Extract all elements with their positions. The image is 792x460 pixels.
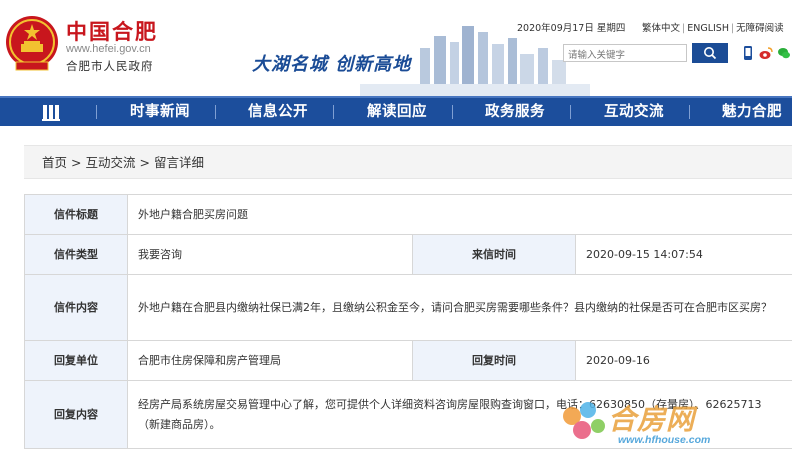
time-label: 来信时间 — [412, 234, 576, 275]
weibo-icon[interactable] — [759, 45, 773, 61]
title-value: 外地户籍合肥买房问题 — [126, 194, 792, 235]
nav-item-disclosure[interactable]: 信息公开 — [248, 98, 308, 126]
content-label: 信件内容 — [24, 274, 128, 341]
national-emblem-icon — [6, 16, 58, 71]
slogan: 大湖名城 创新高地 — [252, 54, 412, 75]
reply-content-label: 回复内容 — [24, 380, 128, 449]
nav-divider — [452, 105, 453, 119]
nav-divider — [215, 105, 216, 119]
nav-divider — [570, 105, 571, 119]
nav-item-interpretation[interactable]: 解读回应 — [367, 98, 427, 126]
current-date: 2020年09月17日 星期四 — [517, 23, 626, 34]
nav-item-news[interactable]: 时事新闻 — [130, 98, 190, 126]
nav-divider — [333, 105, 334, 119]
type-value: 我要咨询 — [127, 234, 413, 275]
type-label: 信件类型 — [24, 234, 128, 275]
lang-link-traditional[interactable]: 繁体中文 — [642, 23, 680, 34]
language-links: 繁体中文 | ENGLISH | 无障碍阅读 — [641, 20, 785, 34]
search-button[interactable] — [692, 43, 728, 63]
site-name: 中国合肥 — [66, 20, 158, 44]
site-url: www.hefei.gov.cn — [66, 43, 151, 55]
table-row: 信件类型 我要咨询 来信时间 2020-09-15 14:07:54 — [24, 234, 792, 275]
home-book-icon[interactable] — [40, 101, 62, 123]
nav-divider — [689, 105, 690, 119]
breadcrumb-separator: > — [71, 155, 82, 170]
nav-item-charm[interactable]: 魅力合肥 — [722, 98, 782, 126]
site-header: 中国合肥 www.hefei.gov.cn 合肥市人民政府 大湖名城 创新高地 … — [0, 0, 792, 96]
reply-unit-label: 回复单位 — [24, 340, 128, 381]
reply-unit-value: 合肥市住房保障和房产管理局 — [127, 340, 413, 381]
lang-separator: | — [730, 23, 735, 34]
search-icon — [704, 47, 717, 60]
table-row: 回复单位 合肥市住房保障和房产管理局 回复时间 2020-09-16 — [24, 340, 792, 381]
nav-item-interaction[interactable]: 互动交流 — [604, 98, 664, 126]
reply-time-value: 2020-09-16 — [574, 340, 792, 381]
breadcrumb-current: 留言详细 — [153, 155, 204, 170]
table-row: 信件内容 外地户籍在合肥县内缴纳社保已满2年，且缴纳公积金至今，请问合肥买房需要… — [24, 274, 792, 341]
wechat-icon[interactable] — [777, 45, 791, 61]
breadcrumb-separator: > — [139, 155, 150, 170]
watermark-url: www.hfhouse.com — [618, 434, 711, 446]
title-label: 信件标题 — [24, 194, 128, 235]
main-nav: 时事新闻 信息公开 解读回应 政务服务 互动交流 魅力合肥 — [0, 96, 792, 126]
breadcrumb: 首页 > 互动交流 > 留言详细 — [24, 145, 792, 179]
search-box — [563, 44, 687, 64]
breadcrumb-home[interactable]: 首页 — [42, 155, 67, 170]
lang-link-accessibility[interactable]: 无障碍阅读 — [736, 23, 784, 34]
nav-divider — [96, 105, 97, 119]
reply-time-label: 回复时间 — [412, 340, 576, 381]
lang-separator: | — [682, 23, 686, 34]
content-value: 外地户籍在合肥县内缴纳社保已满2年，且缴纳公积金至今，请问合肥买房需要哪些条件？… — [126, 274, 792, 341]
time-value: 2020-09-15 14:07:54 — [574, 234, 792, 275]
lang-link-english[interactable]: ENGLISH — [687, 23, 729, 34]
nav-item-services[interactable]: 政务服务 — [485, 98, 545, 126]
site-subtitle: 合肥市人民政府 — [66, 59, 154, 73]
search-input[interactable] — [564, 47, 686, 64]
watermark-logo-text: 合房网 — [608, 403, 696, 436]
mobile-icon[interactable] — [741, 45, 755, 61]
breadcrumb-trail: 首页 > 互动交流 > 留言详细 — [42, 146, 204, 179]
breadcrumb-interaction[interactable]: 互动交流 — [85, 155, 135, 170]
table-row: 信件标题 外地户籍合肥买房问题 — [24, 194, 792, 235]
